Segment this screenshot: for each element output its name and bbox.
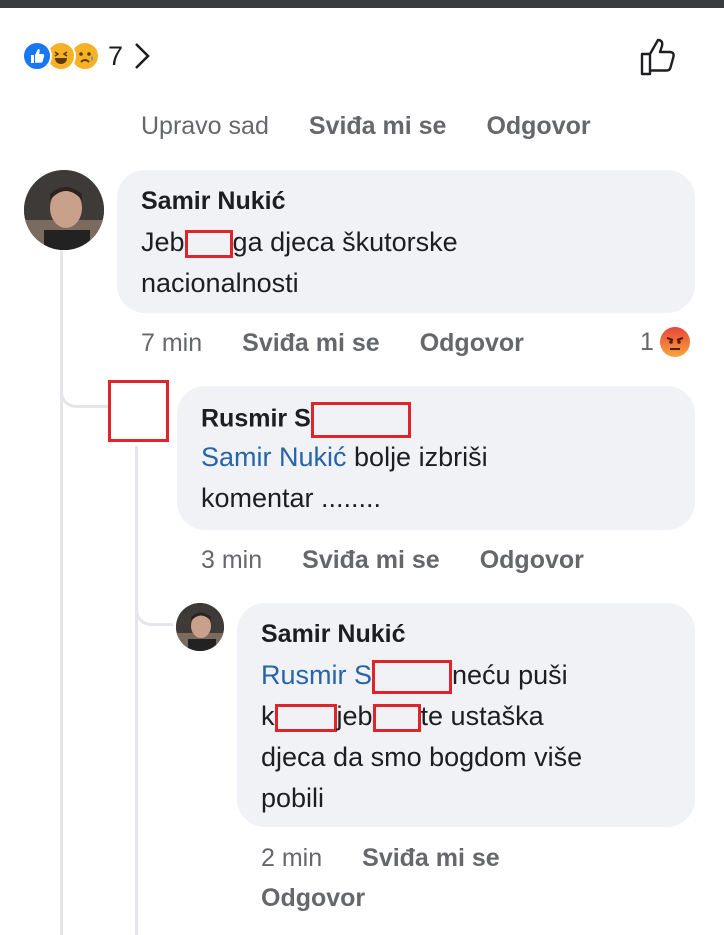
chevron-right-icon[interactable] (133, 41, 151, 71)
redaction-box (184, 229, 233, 258)
comment-text-fragment: Jeb (141, 227, 185, 257)
redaction-box (274, 703, 337, 732)
nested-reply-fragment: te ustaška (420, 701, 544, 731)
avatar[interactable] (24, 170, 104, 250)
mention-text: Rusmir S (261, 660, 373, 691)
reaction-icons (22, 41, 100, 71)
post-like-button[interactable]: Sviđa mi se (309, 112, 447, 141)
thread-connector-nested (135, 590, 173, 626)
reply-time: 3 min (201, 546, 263, 574)
nested-reply-line1: Rusmir S neću puši (261, 660, 568, 694)
nested-reply-meta-line2: Odgovor (261, 884, 365, 913)
nested-reply-like-button[interactable]: Sviđa mi se (362, 844, 500, 873)
comment-meta: 7 min Sviđa mi se Odgovor (141, 329, 524, 358)
nested-reply-author[interactable]: Samir Nukić (261, 620, 406, 649)
comment-text-fragment: ga djeca škutorske (232, 227, 458, 257)
nested-reply-fragment: jeb (336, 701, 373, 731)
redacted-avatar[interactable] (108, 380, 169, 442)
like-icon (22, 41, 52, 71)
comment-like-button[interactable]: Sviđa mi se (242, 329, 380, 358)
nested-reply-line3: djeca da smo bogdom više (261, 742, 583, 772)
nested-reply-line2: k jeb te ustaška (261, 701, 544, 732)
nested-reply-bubble: Samir Nukić Rusmir S neću puši k jeb te ust… (237, 603, 695, 827)
avatar[interactable] (176, 603, 224, 651)
comment-bubble: Samir Nukić Jeb ga djeca škutorske nacion… (117, 170, 695, 313)
reply-like-button[interactable]: Sviđa mi se (302, 546, 440, 575)
comment-reactions[interactable]: 1 (640, 327, 690, 357)
reply-text-line2: komentar ........ (201, 483, 382, 513)
reaction-count: 7 (108, 40, 124, 71)
top-bar (0, 0, 724, 8)
comment-text-line2: nacionalnosti (141, 268, 299, 298)
reply-bubble: Rusmir S Samir Nukić bolje izbriši komen… (177, 386, 695, 530)
redaction-box (372, 703, 421, 732)
post-meta: Upravo sad Sviđa mi se Odgovor (141, 112, 591, 141)
nested-reply-line4: pobili (261, 783, 325, 813)
redaction-box (310, 402, 411, 438)
post-reply-button[interactable]: Odgovor (486, 112, 590, 141)
angry-icon (659, 327, 690, 357)
nested-reply-reply-button[interactable]: Odgovor (261, 884, 365, 913)
reply-reply-button[interactable]: Odgovor (480, 546, 584, 575)
mention-link[interactable]: Rusmir S (261, 660, 453, 694)
redaction-box (372, 660, 453, 694)
reply-text-fragment: bolje izbriši (346, 442, 488, 472)
reply-author-name: Rusmir S (201, 404, 311, 433)
reactions-summary[interactable]: 7 (22, 38, 151, 74)
comment-author[interactable]: Samir Nukić (141, 187, 286, 216)
thread-connector (60, 360, 108, 408)
nested-reply-time: 2 min (261, 844, 323, 872)
nested-reply-meta: 2 min Sviđa mi se (261, 844, 500, 873)
nested-reply-fragment: neću puši (452, 660, 568, 691)
thread-line-nested (135, 446, 138, 935)
nested-reply-fragment: k (261, 701, 275, 731)
reply-text: Samir Nukić bolje izbriši (201, 442, 488, 473)
thread-line (60, 250, 63, 935)
comment-text: Jeb ga djeca škutorske (141, 227, 458, 258)
like-outline-icon[interactable] (636, 34, 682, 80)
comment-reply-button[interactable]: Odgovor (420, 329, 524, 358)
post-time: Upravo sad (141, 112, 269, 140)
comment-time: 7 min (141, 329, 203, 357)
reply-author[interactable]: Rusmir S (201, 402, 411, 438)
comment-reaction-count: 1 (640, 327, 654, 356)
mention-link[interactable]: Samir Nukić (201, 442, 347, 472)
reply-meta: 3 min Sviđa mi se Odgovor (201, 546, 584, 575)
